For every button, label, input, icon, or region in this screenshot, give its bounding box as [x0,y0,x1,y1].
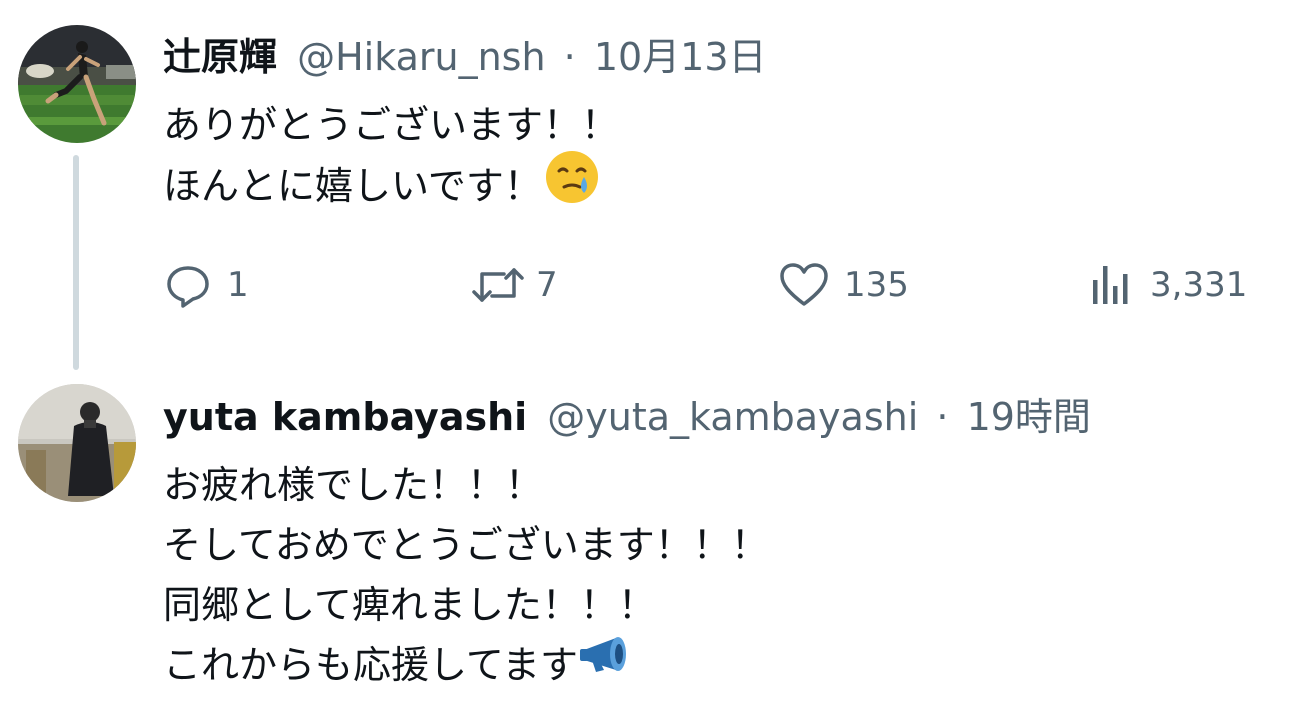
tweet-text-line-content: これからも応援してます [163,643,578,687]
reply-count: 1 [227,265,249,305]
tweet-timestamp[interactable]: 19時間 [967,395,1091,439]
separator-dot: · [563,35,576,79]
tweet-2[interactable]: yuta kambayashi @yuta_kambayashi · 19時間 … [0,380,1300,710]
views-count: 3,331 [1150,265,1248,305]
tweet-text-line: そしておめでとうございます！！！ [163,523,769,567]
avatar[interactable] [18,384,136,502]
face-holding-back-tears-emoji [544,149,600,222]
tweet-actions: 1 7 135 3,331 [0,255,1300,315]
tweet-text: ありがとうございます！！ ほんとに嬉しいです！ [163,95,619,215]
tweet-text-line: これからも応援してます [163,635,769,695]
like-count: 135 [844,265,909,305]
tweet-text-line: お疲れ様でした！！！ [163,463,544,507]
tweet-header: yuta kambayashi @yuta_kambayashi · 19時間 [163,395,1091,439]
retweet-button[interactable]: 7 [470,255,558,315]
tweet-text-line: ありがとうございます！！ [163,103,620,147]
author-name[interactable]: 辻原輝 [163,35,277,79]
tweet-text-line-content: ほんとに嬉しいです！ [163,164,542,208]
tweet-text: お疲れ様でした！！！ そしておめでとうございます！！！ 同郷として痺れました！！… [163,455,769,695]
views-button[interactable]: 3,331 [1088,255,1247,315]
retweet-count: 7 [536,265,558,305]
tweet-text-line: ほんとに嬉しいです！ [163,151,619,215]
tweet-timestamp[interactable]: 10月13日 [594,35,767,79]
megaphone-emoji [578,632,636,695]
separator-dot: · [936,395,949,439]
author-handle[interactable]: @yuta_kambayashi [547,395,918,439]
retweet-icon [470,260,526,310]
heart-icon [778,260,830,310]
tweet-header: 辻原輝 @Hikaru_nsh · 10月13日 [163,35,767,79]
reply-icon [163,260,213,310]
bar-chart-icon [1088,260,1134,310]
author-name[interactable]: yuta kambayashi [163,395,527,439]
runner-avatar-image [18,25,136,143]
person-avatar-image [18,384,136,502]
avatar[interactable] [18,25,136,143]
author-handle[interactable]: @Hikaru_nsh [297,35,545,79]
tweet-text-line: 同郷として痺れました！！！ [163,583,656,627]
tweet-1[interactable]: 辻原輝 @Hikaru_nsh · 10月13日 ありがとうございます！！ ほん… [0,0,1300,380]
reply-button[interactable]: 1 [163,255,249,315]
like-button[interactable]: 135 [778,255,909,315]
